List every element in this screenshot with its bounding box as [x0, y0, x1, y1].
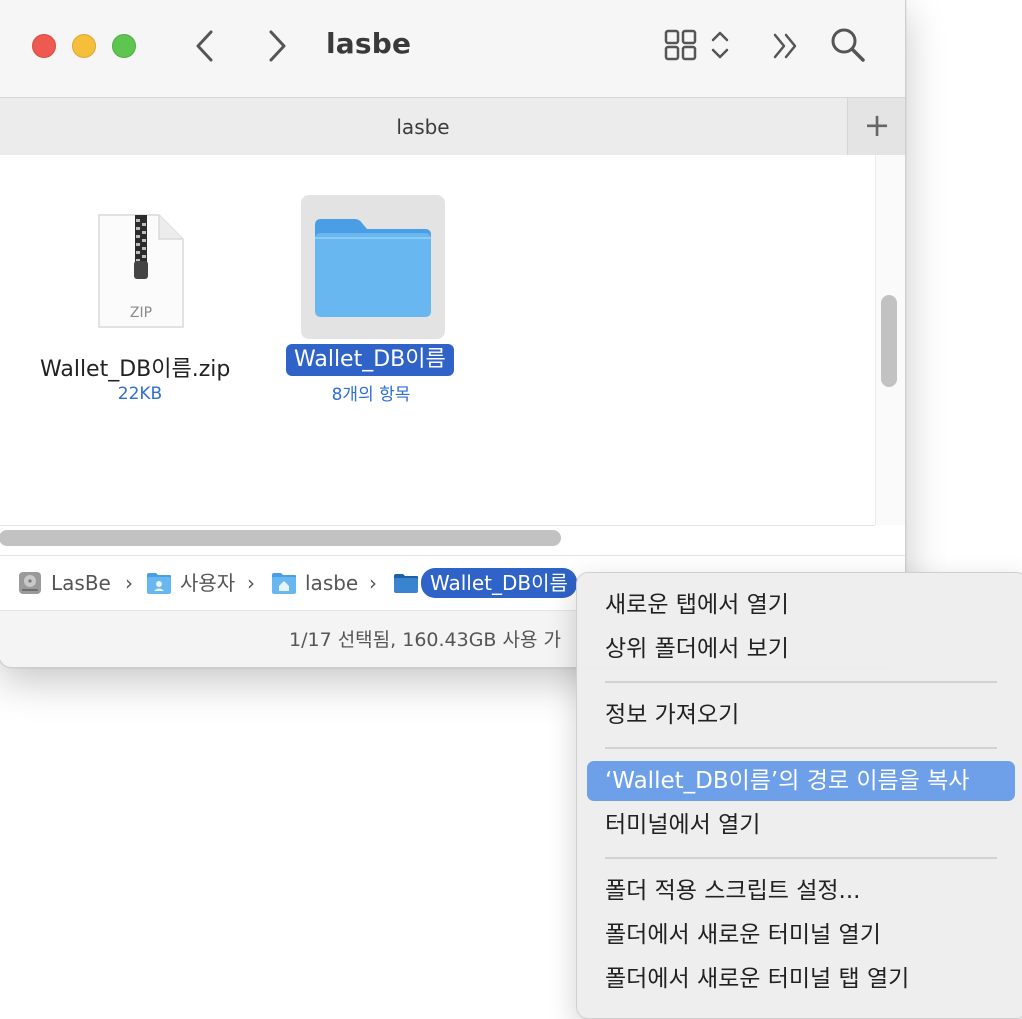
file-size: 22KB — [117, 384, 163, 404]
title-bar: lasbe — [0, 0, 905, 97]
tab-lasbe[interactable]: lasbe — [0, 115, 847, 139]
crumb-label: 사용자 — [180, 571, 236, 595]
double-chevron-icon[interactable] — [771, 32, 801, 60]
menu-open-in-new-tab[interactable]: 새로운 탭에서 열기 — [587, 585, 1015, 625]
zoom-window-button[interactable] — [112, 34, 136, 58]
crumb-label: lasbe — [305, 571, 359, 595]
crumb-home[interactable]: lasbe — [271, 568, 358, 598]
svg-text:ZIP: ZIP — [130, 305, 152, 321]
crumb-separator: › — [125, 571, 133, 595]
search-icon[interactable] — [829, 26, 867, 64]
menu-new-terminal-at-folder[interactable]: 폴더에서 새로운 터미널 열기 — [587, 915, 1015, 955]
menu-get-info[interactable]: 정보 가져오기 — [587, 695, 1015, 735]
zip-file-icon: ZIP — [98, 214, 184, 328]
status-text: 1/17 선택됨, 160.43GB 사용 가 — [289, 629, 561, 651]
menu-show-in-enclosing-folder[interactable]: 상위 폴더에서 보기 — [587, 629, 1015, 669]
crumb-separator: › — [369, 571, 377, 595]
menu-separator — [605, 681, 997, 683]
users-folder-icon — [147, 573, 171, 594]
menu-folder-actions-setup[interactable]: 폴더 적용 스크립트 설정... — [587, 871, 1015, 911]
folder-name-selected: Wallet_DB이름 — [286, 344, 454, 376]
crumb-label-current: Wallet_DB이름 — [421, 568, 577, 598]
folder-item-count: 8개의 항목 — [331, 385, 411, 405]
new-tab-button[interactable]: + — [847, 98, 905, 155]
horizontal-scrollbar-thumb[interactable] — [0, 530, 561, 546]
chevron-left-icon[interactable] — [193, 29, 217, 63]
menu-separator — [605, 747, 997, 749]
grid-view-icon[interactable] — [663, 28, 735, 62]
crumb-label: LasBe — [51, 571, 111, 595]
crumb-users[interactable]: 사용자 — [146, 568, 235, 598]
menu-copy-pathname[interactable]: ‘Wallet_DB이름’의 경로 이름을 복사 — [587, 761, 1015, 801]
finder-window: lasbe lasbe + ZIP Wallet_DB이름.zip 22KB W… — [0, 0, 906, 668]
crumb-current-folder[interactable]: Wallet_DB이름 — [393, 568, 577, 598]
home-folder-icon — [272, 573, 296, 594]
close-window-button[interactable] — [32, 34, 56, 58]
hard-drive-icon — [19, 572, 41, 594]
crumb-lasbe-drive[interactable]: LasBe — [17, 568, 111, 598]
window-title: lasbe — [326, 27, 412, 60]
vertical-scrollbar-thumb[interactable] — [881, 295, 897, 387]
menu-new-terminal-tab-at-folder[interactable]: 폴더에서 새로운 터미널 탭 열기 — [587, 959, 1015, 999]
menu-open-in-terminal[interactable]: 터미널에서 열기 — [587, 805, 1015, 845]
folder-icon — [394, 574, 418, 593]
minimize-window-button[interactable] — [72, 34, 96, 58]
menu-separator — [605, 857, 997, 859]
crumb-separator: › — [247, 571, 255, 595]
chevron-right-icon[interactable] — [265, 29, 289, 63]
file-name: Wallet_DB이름.zip — [40, 357, 231, 382]
folder-icon — [315, 219, 431, 317]
context-menu: 새로운 탭에서 열기 상위 폴더에서 보기 정보 가져오기 ‘Wallet_DB… — [576, 572, 1022, 1019]
tab-bar: lasbe + — [0, 97, 905, 156]
